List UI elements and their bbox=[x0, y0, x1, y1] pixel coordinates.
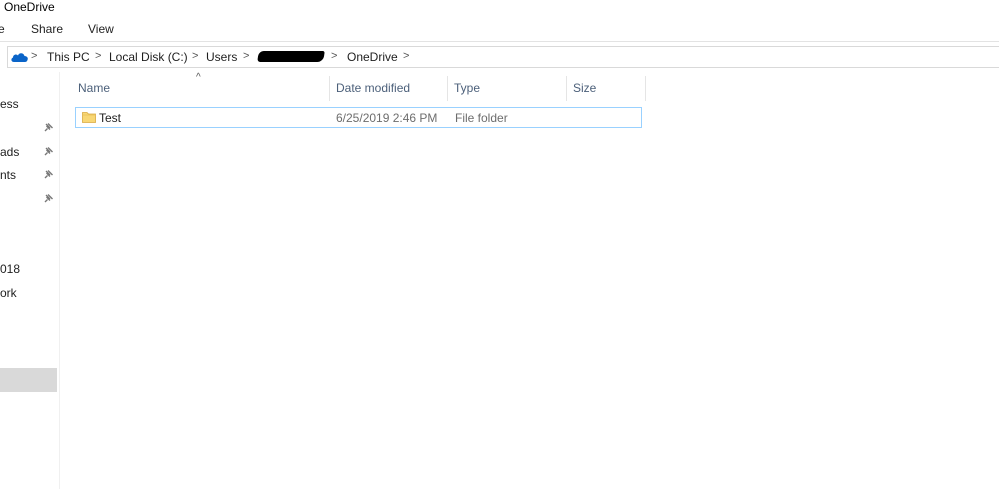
file-name[interactable]: Test bbox=[99, 111, 121, 125]
pin-icon[interactable] bbox=[43, 147, 53, 157]
pin-icon[interactable] bbox=[43, 123, 53, 133]
crumb-local-disk[interactable]: Local Disk (C:) bbox=[109, 50, 188, 64]
chevron-right-icon[interactable]: > bbox=[31, 50, 37, 62]
nav-item-work[interactable]: ork bbox=[0, 286, 17, 300]
chevron-right-icon[interactable]: > bbox=[192, 50, 198, 62]
chevron-right-icon[interactable]: > bbox=[403, 50, 409, 62]
folder-icon bbox=[82, 112, 96, 123]
file-date-modified: 6/25/2019 2:46 PM bbox=[336, 111, 438, 125]
nav-item-selected[interactable] bbox=[0, 368, 57, 392]
file-explorer-window: OneDrive e Share View > This PC > Local … bbox=[0, 0, 999, 489]
window-title: OneDrive bbox=[4, 0, 55, 14]
tab-view[interactable]: View bbox=[88, 22, 114, 36]
column-header-size[interactable]: Size bbox=[567, 76, 645, 100]
nav-item-2018[interactable]: 018 bbox=[0, 262, 20, 276]
column-header-name[interactable]: Name bbox=[72, 76, 329, 100]
crumb-onedrive[interactable]: OneDrive bbox=[347, 50, 398, 64]
file-type: File folder bbox=[455, 111, 508, 125]
pin-icon[interactable] bbox=[43, 170, 53, 180]
nav-item-quick-access[interactable]: ess bbox=[0, 97, 19, 111]
column-header-date-modified[interactable]: Date modified bbox=[330, 76, 447, 100]
pin-icon[interactable] bbox=[43, 194, 53, 204]
tab-home[interactable]: e bbox=[0, 22, 5, 36]
column-header-type[interactable]: Type bbox=[448, 76, 566, 100]
nav-item-documents[interactable]: nts bbox=[0, 168, 16, 182]
redacted-username[interactable] bbox=[257, 51, 325, 62]
chevron-right-icon[interactable]: > bbox=[95, 50, 101, 62]
chevron-right-icon[interactable]: > bbox=[243, 50, 249, 62]
nav-item-downloads[interactable]: ads bbox=[0, 145, 19, 159]
column-divider[interactable] bbox=[645, 76, 646, 101]
crumb-this-pc[interactable]: This PC bbox=[47, 50, 90, 64]
file-row[interactable]: Test 6/25/2019 2:46 PM File folder bbox=[75, 107, 642, 128]
chevron-right-icon[interactable]: > bbox=[331, 50, 337, 62]
navigation-pane: ess ads nts 018 ork bbox=[0, 72, 60, 489]
ribbon-tabs: e Share View bbox=[0, 17, 999, 41]
crumb-users[interactable]: Users bbox=[206, 50, 237, 64]
tab-share[interactable]: Share bbox=[31, 22, 63, 36]
ribbon-divider bbox=[0, 41, 999, 42]
onedrive-cloud-icon bbox=[11, 53, 28, 62]
address-bar[interactable]: > This PC > Local Disk (C:) > Users > > … bbox=[7, 46, 999, 68]
